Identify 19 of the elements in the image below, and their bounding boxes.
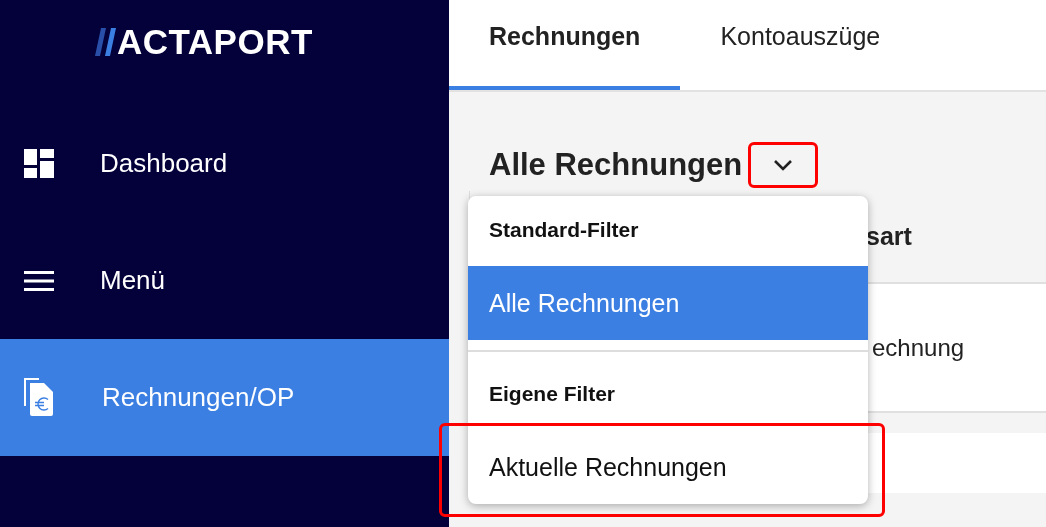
filter-dropdown-button[interactable] [748, 142, 819, 188]
euro-document-icon [24, 378, 56, 417]
menu-heading: Standard-Filter [488, 217, 640, 243]
chevron-down-icon [773, 159, 794, 171]
menu-heading: Eigene Filter [488, 381, 617, 407]
logo-text: ACTAPORT [117, 26, 313, 58]
menu-item[interactable]: Alle Rechnungen [468, 266, 868, 340]
logo-slashes-icon [95, 28, 117, 56]
menu-item[interactable]: Aktuelle Rechnungen [468, 430, 868, 504]
page-title: Alle Rechnungen [489, 147, 743, 183]
sidebar-item[interactable]: Rechnungen/OP [0, 339, 449, 456]
table-cell: echnung [872, 333, 965, 362]
tab[interactable]: Kontoauszüge [680, 0, 921, 90]
sidebar-item[interactable]: Menü [0, 222, 449, 339]
tab[interactable]: Rechnungen [449, 0, 681, 90]
menu-icon [24, 270, 54, 291]
sidebar-item[interactable]: Dashboard [0, 105, 449, 222]
column-header: sart [866, 222, 912, 251]
dashboard-icon [24, 149, 54, 178]
